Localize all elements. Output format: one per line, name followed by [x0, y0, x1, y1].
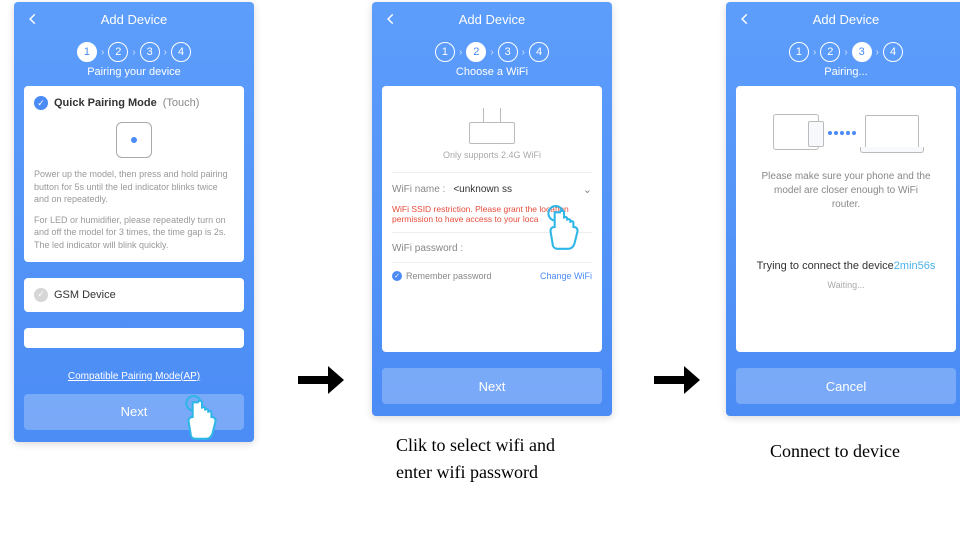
page-title: Add Device	[14, 12, 254, 27]
laptop-device-icon	[865, 115, 919, 149]
change-wifi-link[interactable]: Change WiFi	[540, 271, 592, 281]
remember-password[interactable]: ✓Remember password	[392, 271, 492, 281]
proximity-note: Please make sure your phone and the mode…	[746, 164, 946, 230]
step-3: 3	[140, 42, 160, 62]
quick-pairing-suffix: (Touch)	[163, 97, 200, 109]
screen-pairing-progress: Add Device 1› 2› 3› 4 Pairing... Please …	[726, 2, 960, 416]
page-title: Add Device	[726, 12, 960, 27]
router-icon	[465, 104, 519, 144]
arrow-icon	[294, 200, 346, 560]
chevron-down-icon[interactable]: ⌄	[583, 183, 592, 196]
next-button[interactable]: Next	[24, 394, 244, 430]
wifi-support-note: Only supports 2.4G WiFi	[392, 150, 592, 172]
quick-pairing-title: Quick Pairing Mode	[54, 97, 157, 109]
phone-device-icon	[773, 114, 819, 150]
wifi-card: Only supports 2.4G WiFi WiFi name : <unk…	[382, 86, 602, 352]
waiting-label: Waiting...	[746, 272, 946, 330]
wifi-name-value: <unknown ss	[453, 184, 574, 195]
step-indicator: 1› 2› 3› 4	[14, 36, 254, 66]
step-indicator: 1› 2› 3› 4	[372, 36, 612, 66]
quick-pairing-card[interactable]: ✓ Quick Pairing Mode (Touch) Power up th…	[24, 86, 244, 262]
caption-step2: Clik to select wifi andenter wifi passwo…	[396, 432, 555, 486]
arrow-icon	[650, 200, 702, 560]
screen-choose-wifi: Add Device 1› 2› 3› 4 Choose a WiFi Only…	[372, 2, 612, 416]
back-icon[interactable]	[382, 10, 400, 28]
subtitle: Pairing...	[726, 66, 960, 86]
pairing-desc-2: For LED or humidifier, please repeatedly…	[34, 214, 234, 252]
back-icon[interactable]	[24, 10, 42, 28]
subtitle: Choose a WiFi	[372, 66, 612, 86]
connection-illustration	[746, 96, 946, 164]
connection-dots-icon	[827, 127, 857, 138]
device-icon	[116, 122, 152, 158]
subtitle: Pairing your device	[14, 66, 254, 86]
wifi-password-field[interactable]: WiFi password :	[392, 232, 592, 258]
step-4: 4	[171, 42, 191, 62]
ssid-warning: WiFi SSID restriction. Please grant the …	[392, 200, 592, 232]
wifi-name-field[interactable]: WiFi name : <unknown ss ⌄	[392, 172, 592, 200]
pairing-desc-1: Power up the model, then press and hold …	[34, 168, 234, 206]
next-button[interactable]: Next	[382, 368, 602, 404]
step-2: 2	[108, 42, 128, 62]
step-indicator: 1› 2› 3› 4	[726, 36, 960, 66]
connect-status: Trying to connect the device2min56s	[746, 230, 946, 272]
caption-step3: Connect to device	[770, 438, 900, 465]
gsm-label: GSM Device	[54, 289, 116, 301]
compat-link[interactable]: Compatible Pairing Mode(AP)	[68, 371, 200, 382]
page-title: Add Device	[372, 12, 612, 27]
gsm-device-card[interactable]: ✓ GSM Device	[24, 278, 244, 312]
pairing-card: Please make sure your phone and the mode…	[736, 86, 956, 352]
cancel-button[interactable]: Cancel	[736, 368, 956, 404]
unchecked-icon: ✓	[34, 288, 48, 302]
screen-pairing-mode: Add Device 1› 2› 3› 4 Pairing your devic…	[14, 2, 254, 442]
back-icon[interactable]	[736, 10, 754, 28]
step-1: 1	[77, 42, 97, 62]
extra-card[interactable]	[24, 328, 244, 348]
check-icon: ✓	[34, 96, 48, 110]
